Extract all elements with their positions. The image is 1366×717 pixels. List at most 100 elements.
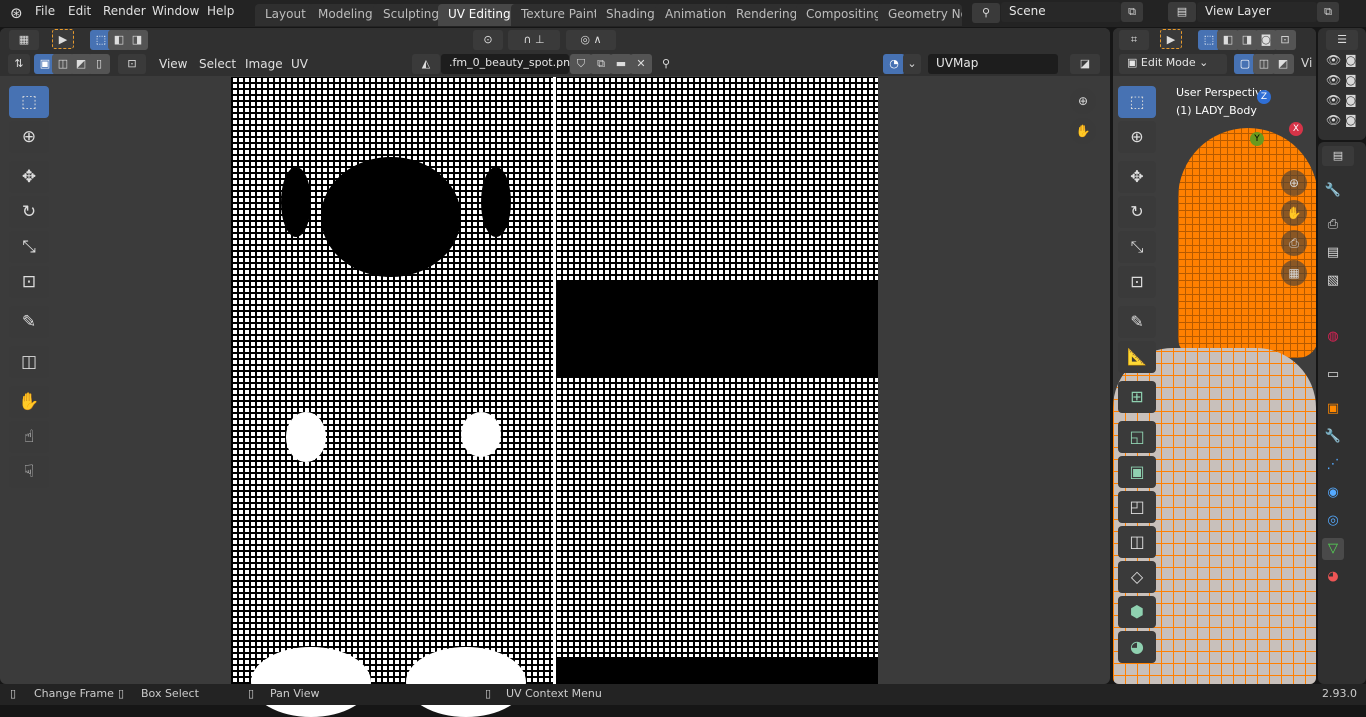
tool-loop-cut[interactable]: ◫ xyxy=(1118,526,1156,558)
tool-relax[interactable]: ☝ xyxy=(9,421,49,453)
tool-rotate[interactable]: ↻ xyxy=(9,196,49,228)
menu-window[interactable]: Window xyxy=(152,4,199,18)
tool-rip[interactable]: ◫ xyxy=(9,346,49,378)
gizmo-x-axis[interactable]: X xyxy=(1289,122,1303,136)
uv-map-field[interactable]: UVMap xyxy=(928,54,1058,74)
fake-user-icon[interactable]: ⛉ xyxy=(570,54,592,74)
new-image-icon[interactable]: ⧉ xyxy=(590,54,612,74)
tab-modeling[interactable]: Modeling xyxy=(308,4,383,26)
zoom-icon[interactable]: ⊕ xyxy=(1281,170,1307,196)
chevron-down-icon[interactable]: ⌄ xyxy=(903,54,921,74)
select-tool-icon[interactable]: ▶ xyxy=(52,29,74,49)
tool-cursor[interactable]: ⊕ xyxy=(1118,121,1156,153)
menu-image[interactable]: Image xyxy=(245,57,283,71)
new-scene-icon[interactable]: ⧉ xyxy=(1121,2,1143,22)
new-view-layer-icon[interactable]: ⧉ xyxy=(1317,2,1339,22)
view-layer-field[interactable]: View Layer xyxy=(1197,2,1317,22)
visibility-eye-icon[interactable]: 👁 ◙ xyxy=(1326,53,1357,67)
pan-icon[interactable]: ✋ xyxy=(1070,118,1096,144)
material-properties-tab[interactable]: ◕ xyxy=(1322,566,1344,588)
tab-geometry-nodes[interactable]: Geometry Nod xyxy=(878,4,962,26)
menu-render[interactable]: Render xyxy=(103,4,146,18)
properties-type-icon[interactable]: ▤ xyxy=(1322,146,1354,166)
tool-transform[interactable]: ⊡ xyxy=(9,266,49,298)
sticky-select-icon[interactable]: ⊡ xyxy=(118,54,146,74)
pivot-icon[interactable]: ⊙ xyxy=(473,30,503,50)
tool-transform[interactable]: ⊡ xyxy=(1118,266,1156,298)
tool-move[interactable]: ✥ xyxy=(1118,161,1156,193)
tool-knife[interactable]: ◇ xyxy=(1118,561,1156,593)
tool-select-box[interactable]: ⬚ xyxy=(1118,86,1156,118)
scene-icon[interactable]: ⚲ xyxy=(972,3,1000,23)
pan-icon[interactable]: ✋ xyxy=(1281,200,1307,226)
view-layer-icon[interactable]: ▤ xyxy=(1168,2,1196,22)
view-menu[interactable]: Vi xyxy=(1301,56,1312,70)
blender-logo-icon[interactable]: ⊛ xyxy=(10,4,23,22)
modifier-properties-tab[interactable]: 🔧 xyxy=(1322,426,1344,448)
tool-annotate[interactable]: ✎ xyxy=(9,306,49,338)
camera-icon[interactable]: ⎙ xyxy=(1281,230,1307,256)
object-properties-tab[interactable]: ▣ xyxy=(1322,398,1344,420)
tool-scale[interactable]: ⤡ xyxy=(1118,231,1156,263)
tool-properties-tab[interactable]: 🔧 xyxy=(1322,180,1344,202)
visibility-eye-icon[interactable]: 👁 ◙ xyxy=(1326,73,1357,87)
zoom-icon[interactable]: ⊕ xyxy=(1070,88,1096,114)
editor-type-icon[interactable]: ▦ xyxy=(9,30,39,50)
menu-help[interactable]: Help xyxy=(207,4,234,18)
physics-properties-tab[interactable]: ◉ xyxy=(1322,482,1344,504)
tool-bevel[interactable]: ◰ xyxy=(1118,491,1156,523)
scene-field[interactable]: Scene xyxy=(1001,2,1121,22)
select-subtract-icon[interactable]: ◨ xyxy=(126,30,148,50)
outliner-display-icon[interactable]: ☰ xyxy=(1326,30,1358,50)
image-browse-icon[interactable]: ◭ xyxy=(412,54,440,74)
visibility-eye-icon[interactable]: 👁 ◙ xyxy=(1326,93,1357,107)
constraints-properties-tab[interactable]: ◎ xyxy=(1322,510,1344,532)
tool-annotate[interactable]: ✎ xyxy=(1118,306,1156,338)
unlink-image-icon[interactable]: ✕ xyxy=(630,54,652,74)
tab-animation[interactable]: Animation xyxy=(655,4,737,26)
world-properties-tab[interactable]: ◍ xyxy=(1322,326,1344,348)
tab-texture-paint[interactable]: Texture Paint xyxy=(511,4,609,26)
render-properties-tab[interactable]: ⎙ xyxy=(1322,214,1344,236)
gizmo-z-axis[interactable]: Z xyxy=(1257,90,1271,104)
sync-selection-icon[interactable]: ⇅ xyxy=(8,54,30,74)
mode-dropdown[interactable]: ▣ Edit Mode ⌄ xyxy=(1119,54,1227,74)
tool-spin[interactable]: ◕ xyxy=(1118,631,1156,663)
particles-properties-tab[interactable]: ⋰ xyxy=(1322,454,1344,476)
menu-edit[interactable]: Edit xyxy=(68,4,91,18)
tool-add-cube[interactable]: ⊞ xyxy=(1118,381,1156,413)
tool-grab[interactable]: ✋ xyxy=(9,386,49,418)
menu-uv[interactable]: UV xyxy=(291,57,308,71)
view-layer-properties-tab[interactable]: ▧ xyxy=(1322,270,1344,292)
proportional-edit-icon[interactable]: ◎ ∧ xyxy=(566,30,616,50)
select-intersect-icon[interactable]: ⊡ xyxy=(1274,30,1296,50)
select-tool-icon[interactable]: ▶ xyxy=(1160,29,1182,49)
output-properties-tab[interactable]: ▤ xyxy=(1322,242,1344,264)
tab-uv-editing[interactable]: UV Editing xyxy=(438,4,521,26)
image-name-field[interactable]: .fm_0_beauty_spot.png xyxy=(441,54,577,74)
tab-compositing[interactable]: Compositing xyxy=(796,4,892,26)
editor-type-icon[interactable]: ⌗ xyxy=(1119,30,1149,50)
tool-pinch[interactable]: ☟ xyxy=(9,456,49,488)
data-properties-tab[interactable]: ▽ xyxy=(1322,538,1344,560)
snap-icon[interactable]: ∩ ⊥ xyxy=(508,30,560,50)
outliner[interactable]: ☰ 👁 ◙ 👁 ◙ 👁 ◙ 👁 ◙ xyxy=(1318,28,1366,140)
perspective-toggle-icon[interactable]: ▦ xyxy=(1281,260,1307,286)
tool-measure[interactable]: 📐 xyxy=(1118,341,1156,373)
pin-icon[interactable]: ⚲ xyxy=(655,54,677,74)
open-image-icon[interactable]: ▬ xyxy=(610,54,632,74)
tool-select-box[interactable]: ⬚ xyxy=(9,86,49,118)
menu-select[interactable]: Select xyxy=(199,57,236,71)
tool-cursor[interactable]: ⊕ xyxy=(9,121,49,153)
tool-scale[interactable]: ⤡ xyxy=(9,231,49,263)
uv-overlay-icon[interactable]: ◔ xyxy=(883,54,905,74)
menu-view[interactable]: View xyxy=(159,57,187,71)
collection-properties-tab[interactable]: ▭ xyxy=(1322,364,1344,386)
tool-poly-build[interactable]: ⬢ xyxy=(1118,596,1156,628)
visibility-eye-icon[interactable]: 👁 ◙ xyxy=(1326,113,1357,127)
tool-rotate[interactable]: ↻ xyxy=(1118,196,1156,228)
tab-layout[interactable]: Layout xyxy=(255,4,316,26)
tool-extrude[interactable]: ◱ xyxy=(1118,421,1156,453)
island-select-icon[interactable]: ▯ xyxy=(88,54,110,74)
tool-inset[interactable]: ▣ xyxy=(1118,456,1156,488)
